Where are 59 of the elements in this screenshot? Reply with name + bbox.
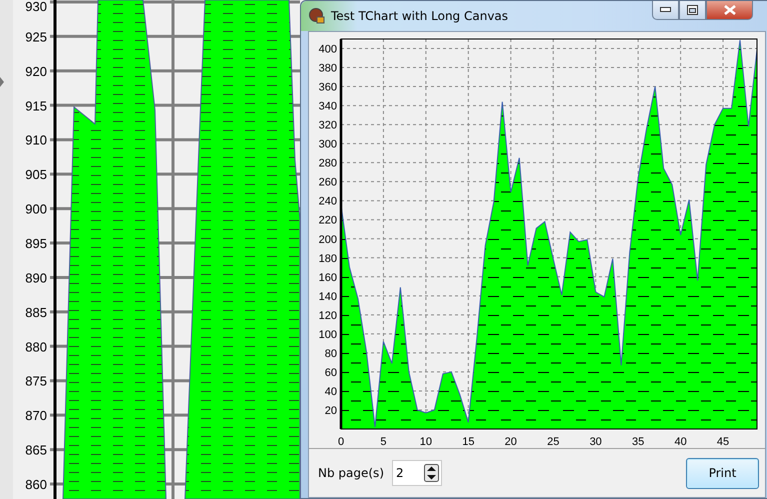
axis-label: 5 <box>380 436 386 448</box>
axis-label: 895 <box>25 236 47 251</box>
axis-label: 885 <box>25 304 47 320</box>
axis-label: 875 <box>25 374 47 389</box>
axis-label: 220 <box>318 214 337 227</box>
axis-label: 15 <box>462 436 474 448</box>
pages-label: Nb page(s) <box>318 465 384 482</box>
axis-label: 380 <box>318 62 337 75</box>
axis-label: 905 <box>25 167 47 182</box>
maximize-button[interactable] <box>679 1 706 20</box>
close-button[interactable] <box>706 1 753 20</box>
close-icon <box>724 5 736 15</box>
axis-label: 20 <box>324 404 337 417</box>
axis-label: 400 <box>318 44 337 56</box>
axis-label: 40 <box>324 386 337 398</box>
axis-label: 140 <box>318 290 337 303</box>
axis-label: 30 <box>590 436 602 448</box>
axis-label: 925 <box>25 29 47 44</box>
minimize-button[interactable] <box>652 1 679 20</box>
axis-label: 10 <box>420 436 432 448</box>
axis-label: 200 <box>318 234 337 246</box>
axis-label: 915 <box>25 98 47 114</box>
axis-label: 920 <box>25 64 47 79</box>
axis-label: 120 <box>318 310 337 322</box>
axis-label: 340 <box>318 100 337 113</box>
axis-label: 860 <box>25 477 47 492</box>
axis-label: 45 <box>716 436 730 448</box>
pages-input[interactable]: 2 <box>396 464 424 482</box>
axis-label: 260 <box>318 176 337 189</box>
axis-label: 80 <box>324 348 337 360</box>
axis-label: 240 <box>318 196 337 208</box>
axis-label: 910 <box>25 132 47 148</box>
axis-label: 320 <box>318 120 337 132</box>
axis-label: 900 <box>25 202 47 217</box>
axis-label: 160 <box>318 272 337 284</box>
axis-label: 40 <box>674 436 687 448</box>
spin-button[interactable] <box>424 464 439 482</box>
axis-label: 890 <box>25 270 47 286</box>
minimize-icon <box>660 7 671 13</box>
axis-label: 930 <box>25 0 47 14</box>
spin-field[interactable]: 2 <box>392 460 442 486</box>
maximize-icon <box>687 5 698 15</box>
axis-label: 300 <box>318 138 337 151</box>
axis-label: 880 <box>25 339 47 354</box>
axis-label: 360 <box>318 82 337 94</box>
axis-label: 870 <box>25 408 47 424</box>
axis-label: 280 <box>318 158 337 170</box>
arrow-icon <box>0 77 4 87</box>
axis-label: 100 <box>318 328 337 341</box>
print-button[interactable]: Print <box>686 458 759 488</box>
axis-label: 60 <box>324 366 337 379</box>
axis-label: 865 <box>25 442 47 458</box>
axis-label: 20 <box>504 436 517 448</box>
axis-label: 35 <box>632 436 644 448</box>
axis-label: 180 <box>318 252 337 265</box>
window-title: Test TChart with Long Canvas <box>331 8 508 25</box>
app-icon <box>309 8 325 24</box>
axis-label: 0 <box>338 436 344 448</box>
axis-label: 25 <box>547 436 560 448</box>
